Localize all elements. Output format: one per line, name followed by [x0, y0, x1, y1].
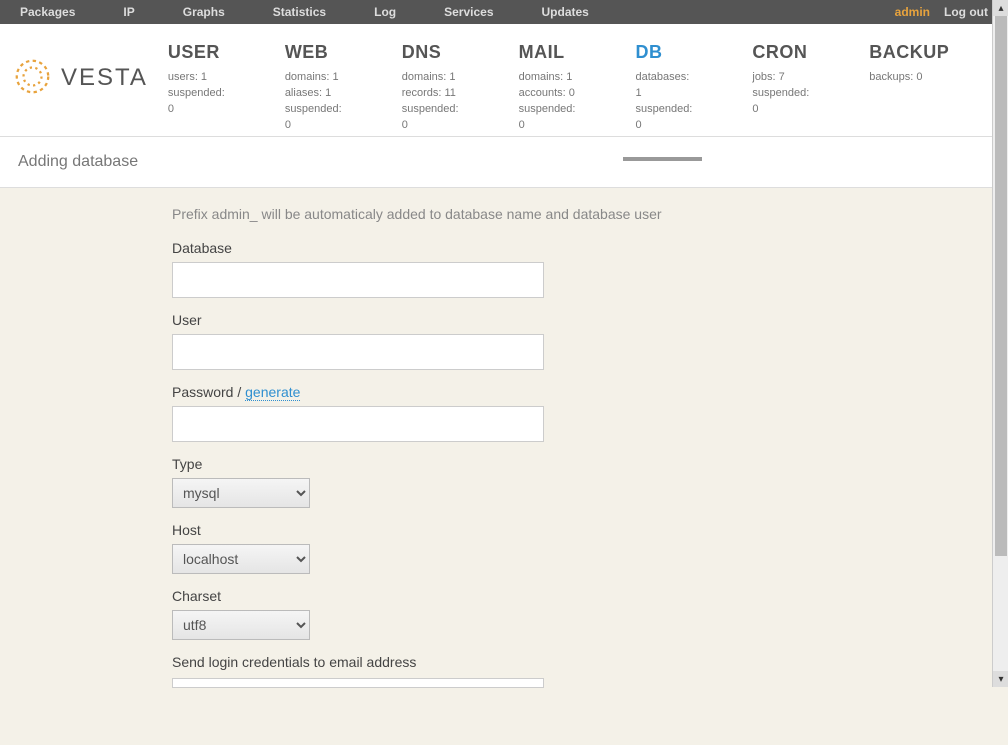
nav-backup[interactable]: BACKUP backups: 0 — [869, 24, 969, 133]
logo[interactable]: VESTA — [10, 24, 168, 102]
nav-web[interactable]: WEB domains: 1 aliases: 1 suspended: 0 — [285, 24, 362, 133]
nav-dns-l1: domains: 1 — [402, 69, 459, 85]
topbar-ip[interactable]: IP — [123, 5, 154, 19]
scrollbar[interactable]: ▴ ▾ — [992, 0, 1008, 687]
scroll-thumb[interactable] — [995, 16, 1007, 556]
nav-mail-l2: accounts: 0 — [519, 85, 576, 101]
nav-user[interactable]: USER users: 1 suspended: 0 — [168, 24, 245, 133]
nav-mail-l1: domains: 1 — [519, 69, 576, 85]
topbar-admin-link[interactable]: admin — [895, 5, 930, 19]
topbar: Packages IP Graphs Statistics Log Servic… — [0, 0, 1008, 24]
scroll-down-icon[interactable]: ▾ — [993, 671, 1008, 687]
topbar-graphs[interactable]: Graphs — [183, 5, 245, 19]
email-label: Send login credentials to email address — [172, 654, 1008, 670]
nav-user-l2: suspended: 0 — [168, 85, 225, 117]
nav-db[interactable]: DB databases: 1 suspended: 0 — [635, 24, 712, 133]
topbar-packages[interactable]: Packages — [20, 5, 95, 19]
generate-link[interactable]: generate — [245, 384, 300, 401]
field-database: Database — [172, 240, 1008, 298]
topbar-logout-link[interactable]: Log out — [944, 5, 988, 19]
nav-cron[interactable]: CRON jobs: 7 suspended: 0 — [752, 24, 829, 133]
topbar-statistics[interactable]: Statistics — [273, 5, 346, 19]
logo-text: VESTA — [61, 64, 148, 92]
nav-categories: USER users: 1 suspended: 0 WEB domains: … — [168, 24, 1008, 133]
nav-backup-l1: backups: 0 — [869, 69, 949, 85]
main-nav: VESTA USER users: 1 suspended: 0 WEB dom… — [0, 24, 1008, 137]
nav-dns-title: DNS — [402, 42, 459, 63]
password-label-prefix: Password / — [172, 384, 245, 400]
charset-select[interactable]: utf8 — [172, 610, 310, 640]
nav-dns[interactable]: DNS domains: 1 records: 11 suspended: 0 — [402, 24, 479, 133]
charset-label: Charset — [172, 588, 1008, 604]
type-label: Type — [172, 456, 1008, 472]
prefix-hint: Prefix admin_ will be automaticaly added… — [172, 206, 1008, 222]
topbar-right: admin Log out — [895, 5, 988, 19]
field-host: Host localhost — [172, 522, 1008, 574]
nav-cron-title: CRON — [752, 42, 809, 63]
form-area: Prefix admin_ will be automaticaly added… — [0, 188, 1008, 745]
nav-web-l3: suspended: 0 — [285, 101, 342, 133]
nav-web-l1: domains: 1 — [285, 69, 342, 85]
nav-web-l2: aliases: 1 — [285, 85, 342, 101]
host-select[interactable]: localhost — [172, 544, 310, 574]
nav-db-title: DB — [635, 42, 692, 63]
type-select[interactable]: mysql — [172, 478, 310, 508]
vesta-logo-icon — [10, 54, 55, 102]
nav-user-title: USER — [168, 42, 225, 63]
field-password: Password / generate — [172, 384, 1008, 442]
field-charset: Charset utf8 — [172, 588, 1008, 640]
nav-dns-l2: records: 11 — [402, 85, 459, 101]
field-user: User — [172, 312, 1008, 370]
nav-mail-title: MAIL — [519, 42, 576, 63]
password-input[interactable] — [172, 406, 544, 442]
database-input[interactable] — [172, 262, 544, 298]
nav-mail-l3: suspended: 0 — [519, 101, 576, 133]
topbar-left: Packages IP Graphs Statistics Log Servic… — [20, 5, 637, 19]
scroll-up-icon[interactable]: ▴ — [993, 0, 1008, 16]
nav-web-title: WEB — [285, 42, 342, 63]
nav-backup-title: BACKUP — [869, 42, 949, 63]
password-label: Password / generate — [172, 384, 1008, 400]
nav-user-l1: users: 1 — [168, 69, 225, 85]
field-type: Type mysql — [172, 456, 1008, 508]
nav-dns-l3: suspended: 0 — [402, 101, 459, 133]
database-label: Database — [172, 240, 1008, 256]
user-input[interactable] — [172, 334, 544, 370]
topbar-log[interactable]: Log — [374, 5, 416, 19]
nav-cron-l2: suspended: 0 — [752, 85, 809, 117]
nav-db-l2: suspended: 0 — [635, 101, 692, 133]
user-label: User — [172, 312, 1008, 328]
field-email: Send login credentials to email address — [172, 654, 1008, 691]
page-title: Adding database — [0, 137, 1008, 188]
nav-mail[interactable]: MAIL domains: 1 accounts: 0 suspended: 0 — [519, 24, 596, 133]
topbar-services[interactable]: Services — [444, 5, 513, 19]
nav-cron-l1: jobs: 7 — [752, 69, 809, 85]
nav-db-l1: databases: 1 — [635, 69, 692, 101]
topbar-updates[interactable]: Updates — [542, 5, 609, 19]
host-label: Host — [172, 522, 1008, 538]
